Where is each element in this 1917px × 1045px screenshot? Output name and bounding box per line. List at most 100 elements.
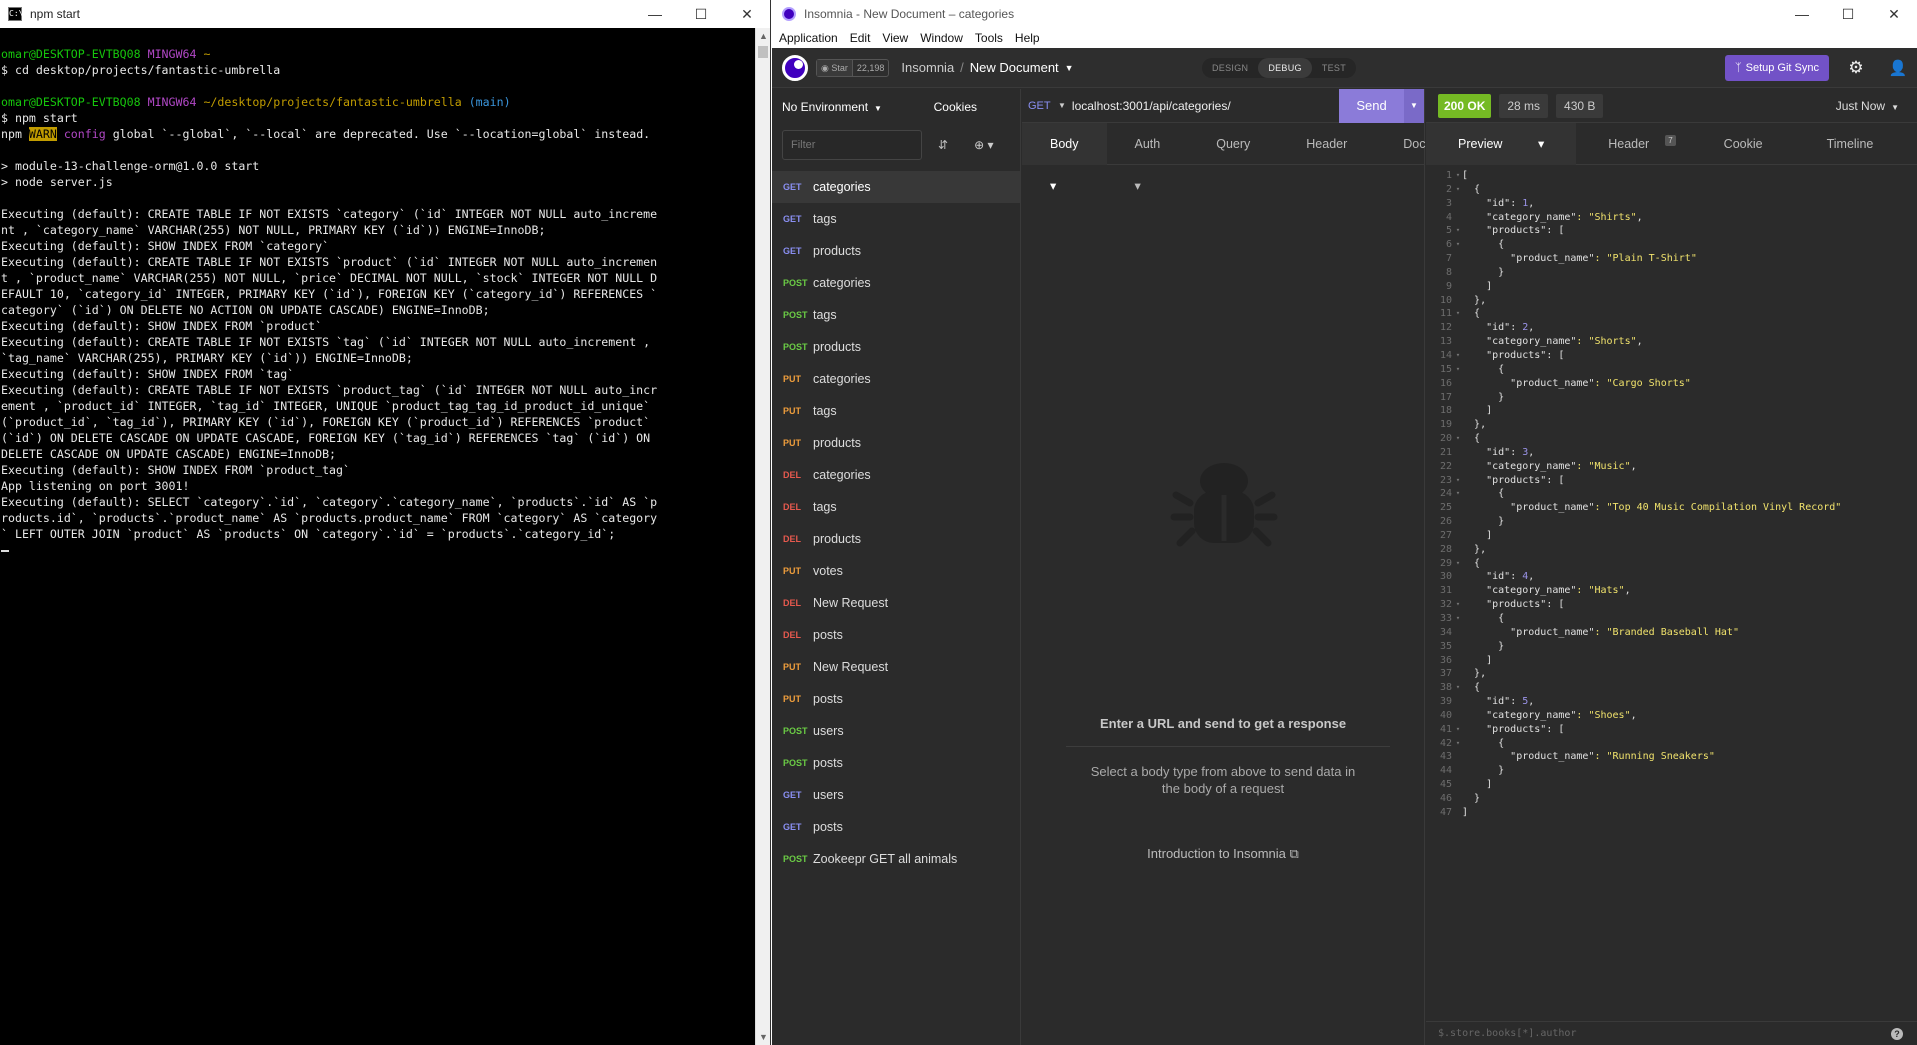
fold-icon[interactable]: ▾ xyxy=(1454,474,1462,488)
introduction-link[interactable]: Introduction to Insomnia ⧉ xyxy=(1022,846,1424,862)
terminal-text: (`id`) ON DELETE CASCADE ON UPDATE CASCA… xyxy=(1,431,651,445)
mode-debug[interactable]: DEBUG xyxy=(1258,58,1312,78)
request-method: DEL xyxy=(783,598,801,608)
request-item[interactable]: DEL categories xyxy=(772,459,1020,491)
request-item[interactable]: DEL posts xyxy=(772,619,1020,651)
setup-git-sync-button[interactable]: ᛉ Setup Git Sync xyxy=(1725,55,1829,81)
url-input[interactable]: localhost:3001/api/categories/ xyxy=(1072,99,1339,113)
chevron-down-icon[interactable]: ▼ xyxy=(1065,63,1074,73)
request-item[interactable]: POST Zookeepr GET all animals xyxy=(772,843,1020,875)
request-item[interactable]: DEL New Request xyxy=(772,587,1020,619)
maximize-icon[interactable]: ☐ xyxy=(678,0,724,28)
request-item[interactable]: PUT tags xyxy=(772,395,1020,427)
cookies-button[interactable]: Cookies xyxy=(934,100,977,114)
request-item[interactable]: POST products xyxy=(772,331,1020,363)
fold-icon[interactable]: ▾ xyxy=(1454,224,1462,238)
request-item[interactable]: POST users xyxy=(772,715,1020,747)
request-item[interactable]: DEL products xyxy=(772,523,1020,555)
tab-body[interactable]: Body ▾ xyxy=(1022,122,1107,193)
help-icon[interactable]: ? xyxy=(1891,1027,1903,1040)
tab-cookie[interactable]: Cookie xyxy=(1692,123,1795,165)
add-request-icon[interactable]: ⊕ ▾ xyxy=(974,138,993,152)
tab-query[interactable]: Query xyxy=(1188,123,1278,165)
close-icon[interactable]: ✕ xyxy=(1871,0,1917,28)
insomnia-logo-icon[interactable] xyxy=(782,54,808,81)
request-item[interactable]: POST tags xyxy=(772,299,1020,331)
response-history-selector[interactable]: Just Now ▼ xyxy=(1836,99,1899,113)
request-item[interactable]: POST posts xyxy=(772,747,1020,779)
fold-icon[interactable]: ▾ xyxy=(1454,432,1462,446)
mode-test[interactable]: TEST xyxy=(1312,58,1356,78)
github-star-button[interactable]: ◉ Star 22,198 xyxy=(816,58,890,77)
menu-item-tools[interactable]: Tools xyxy=(975,31,1003,45)
terminal-scrollbar[interactable]: ▲ ▼ xyxy=(755,28,770,1045)
method-selector[interactable]: GET xyxy=(1028,100,1058,112)
fold-icon[interactable]: ▾ xyxy=(1454,363,1462,377)
minimize-icon[interactable]: — xyxy=(1779,0,1825,28)
menu-item-view[interactable]: View xyxy=(882,31,908,45)
sort-icon[interactable]: ⇵ xyxy=(938,138,948,152)
request-item[interactable]: GET posts xyxy=(772,811,1020,843)
minimize-icon[interactable]: — xyxy=(632,0,678,28)
tab-auth[interactable]: Auth ▾ xyxy=(1107,123,1189,193)
chevron-down-icon[interactable]: ▼ xyxy=(1058,101,1066,110)
code-text: "category_name": "Music", xyxy=(1462,460,1637,474)
fold-icon[interactable]: ▾ xyxy=(1454,307,1462,321)
response-filter-input[interactable]: $.store.books[*].author xyxy=(1438,1028,1576,1039)
request-item[interactable]: PUT New Request xyxy=(772,651,1020,683)
breadcrumb-root[interactable]: Insomnia xyxy=(901,60,954,75)
fold-icon[interactable]: ▾ xyxy=(1454,349,1462,363)
fold-icon[interactable]: ▾ xyxy=(1454,612,1462,626)
fold-icon[interactable]: ▾ xyxy=(1454,681,1462,695)
request-item[interactable]: GET tags xyxy=(772,203,1020,235)
request-item[interactable]: DEL tags xyxy=(772,491,1020,523)
menu-item-help[interactable]: Help xyxy=(1015,31,1040,45)
close-icon[interactable]: ✕ xyxy=(724,0,770,28)
request-item[interactable]: PUT products xyxy=(772,427,1020,459)
breadcrumb-current[interactable]: New Document xyxy=(970,60,1059,75)
request-item[interactable]: POST categories xyxy=(772,267,1020,299)
filter-input[interactable]: Filter xyxy=(782,130,922,160)
menu-item-application[interactable]: Application xyxy=(779,31,838,45)
request-item[interactable]: PUT categories xyxy=(772,363,1020,395)
gear-icon[interactable]: ⚙ xyxy=(1845,57,1867,79)
response-body[interactable]: 1 ▾[2 ▾ {3 "id": 1, 4 "category_name": "Shi… xyxy=(1426,169,1917,820)
menu-item-window[interactable]: Window xyxy=(920,31,963,45)
scroll-up-icon[interactable]: ▲ xyxy=(756,28,771,44)
code-token: : " xyxy=(1594,626,1613,638)
insomnia-titlebar[interactable]: Insomnia - New Document – categories — ☐… xyxy=(772,0,1917,28)
request-name: Zookeepr GET all animals xyxy=(813,852,958,866)
tab-header[interactable]: Header 7 xyxy=(1576,123,1691,165)
scroll-down-icon[interactable]: ▼ xyxy=(756,1029,771,1045)
request-item[interactable]: GET users xyxy=(772,779,1020,811)
tab-preview[interactable]: Preview ▾ xyxy=(1426,122,1577,165)
mode-design[interactable]: DESIGN xyxy=(1202,58,1258,78)
fold-icon[interactable]: ▾ xyxy=(1454,183,1462,197)
scroll-thumb[interactable] xyxy=(758,46,768,58)
chevron-down-icon[interactable]: ▼ xyxy=(1404,88,1424,123)
user-icon[interactable]: 👤 xyxy=(1887,57,1909,79)
tab-timeline[interactable]: Timeline xyxy=(1795,123,1906,165)
tab-header[interactable]: Header xyxy=(1278,123,1375,165)
terminal-titlebar[interactable]: C:\ npm start — ☐ ✕ xyxy=(0,0,770,28)
request-item[interactable]: GET products xyxy=(772,235,1020,267)
send-button[interactable]: Send ▼ xyxy=(1339,88,1424,123)
maximize-icon[interactable]: ☐ xyxy=(1825,0,1871,28)
fold-icon[interactable]: ▾ xyxy=(1454,557,1462,571)
fold-icon[interactable]: ▾ xyxy=(1454,238,1462,252)
terminal-output[interactable]: omar@DESKTOP-EVTBQ08 MINGW64 ~ $ cd deskt… xyxy=(0,28,756,1045)
fold-icon[interactable]: ▾ xyxy=(1454,169,1462,183)
environment-selector[interactable]: No Environment ▼ xyxy=(782,100,934,114)
fold-icon[interactable]: ▾ xyxy=(1454,737,1462,751)
request-item[interactable]: PUT posts xyxy=(772,683,1020,715)
request-item[interactable]: GET categories xyxy=(772,171,1020,203)
request-name: New Request xyxy=(813,596,889,610)
json-string: Running Sneakers xyxy=(1612,751,1709,763)
request-item[interactable]: PUT votes xyxy=(772,555,1020,587)
fold-icon[interactable]: ▾ xyxy=(1454,598,1462,612)
fold-icon[interactable]: ▾ xyxy=(1454,487,1462,501)
response-filter-bar[interactable]: $.store.books[*].author ? xyxy=(1426,1021,1917,1045)
menu-item-edit[interactable]: Edit xyxy=(850,31,871,45)
fold-icon[interactable]: ▾ xyxy=(1454,723,1462,737)
